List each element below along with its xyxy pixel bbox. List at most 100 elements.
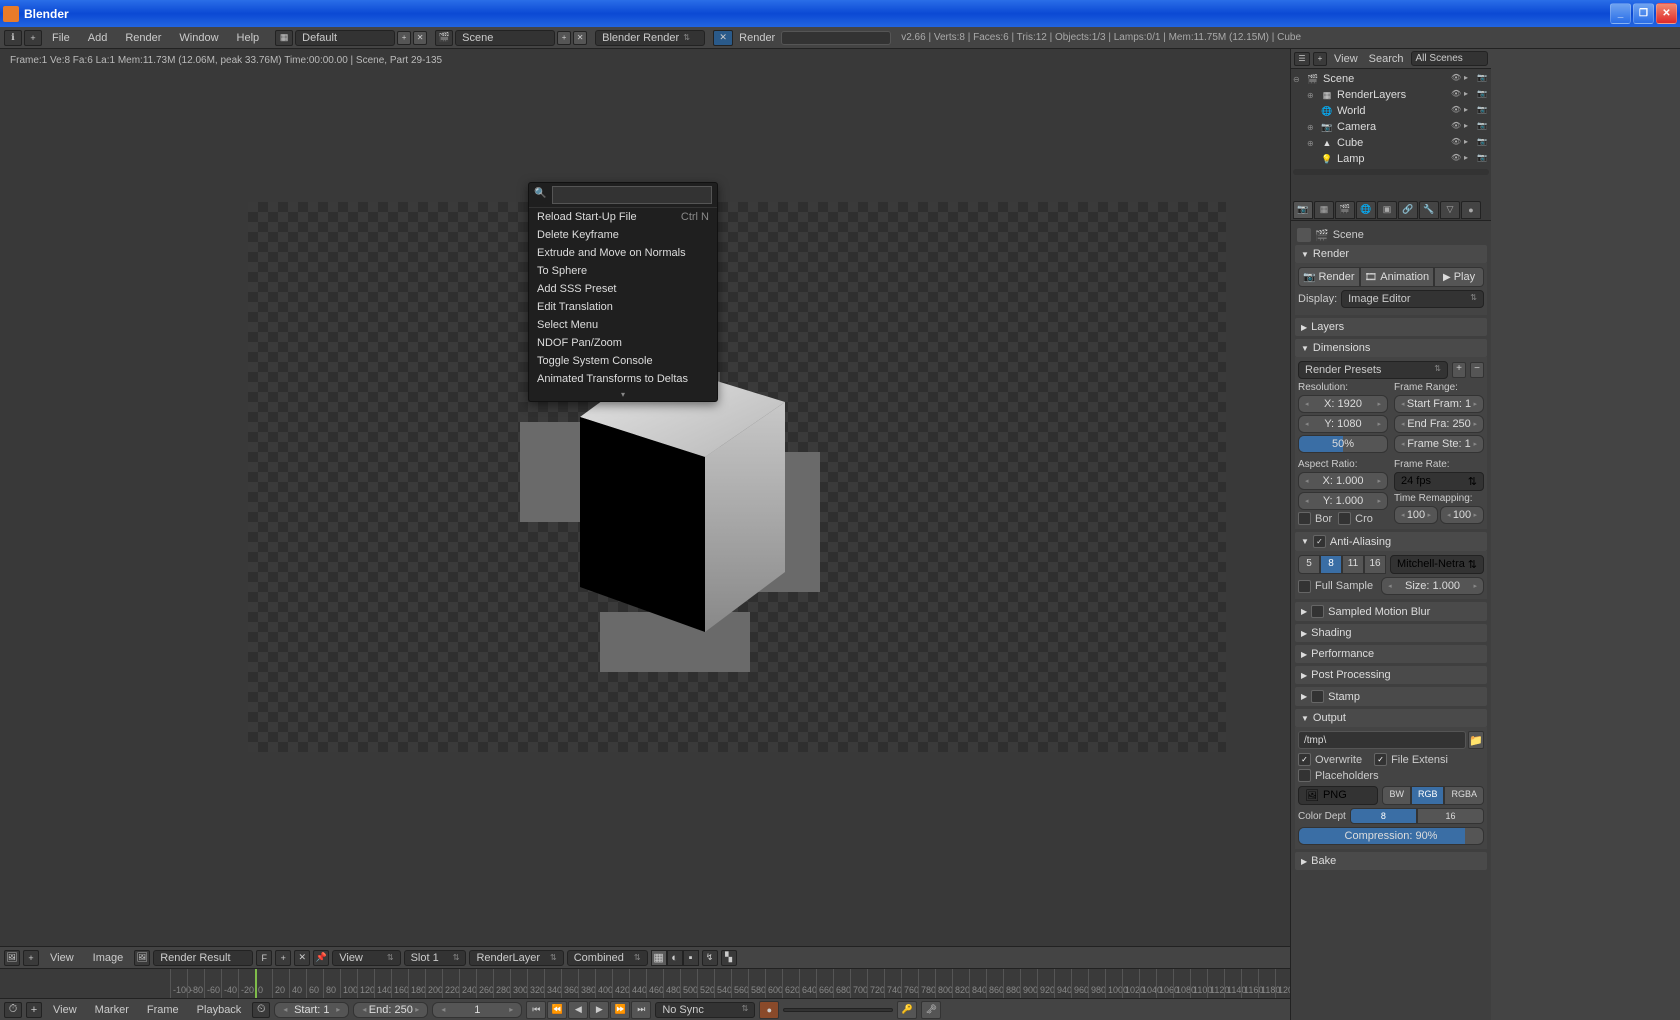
overwrite-check[interactable]: Overwrite: [1298, 753, 1362, 766]
channel-z[interactable]: ▪: [683, 950, 699, 966]
timeline-ruler[interactable]: -100-80-60-40-20020406080100120140160180…: [0, 968, 1290, 998]
editor-type-image-icon[interactable]: 🖼: [4, 950, 20, 966]
outliner-item[interactable]: ⊖🎬Scene👁▸📷: [1293, 71, 1489, 87]
panel-render-header[interactable]: ▼Render: [1295, 245, 1487, 263]
frame-start-field[interactable]: ◂Start: 1▸: [274, 1002, 349, 1018]
panel-aa-header[interactable]: ▼✓Anti-Aliasing: [1295, 532, 1487, 551]
image-viewport[interactable]: 🔍 Reload Start-Up FileCtrl NDelete Keyfr…: [0, 72, 1290, 946]
frame-end-field[interactable]: ◂End Fra: 250▸: [1394, 415, 1484, 433]
img-menu-view[interactable]: View: [42, 950, 82, 966]
tab-render-layers[interactable]: ▦: [1314, 201, 1334, 219]
jump-prev-key-button[interactable]: ⏪: [547, 1001, 567, 1019]
aa-sample-11[interactable]: 11: [1342, 555, 1364, 574]
outliner-search-menu[interactable]: Search: [1365, 53, 1408, 65]
color-mode-bw[interactable]: BW: [1382, 786, 1411, 805]
aspect-y-field[interactable]: ◂Y: 1.000▸: [1298, 492, 1388, 510]
tab-modifiers[interactable]: 🔧: [1419, 201, 1439, 219]
tab-material[interactable]: ●: [1461, 201, 1481, 219]
search-result-item[interactable]: Reload Start-Up FileCtrl N: [529, 208, 717, 226]
placeholders-check[interactable]: Placeholders: [1298, 769, 1484, 782]
panel-perf-header[interactable]: ▶Performance: [1295, 645, 1487, 663]
pin-icon[interactable]: 📌: [313, 950, 329, 966]
tab-render[interactable]: 📷: [1293, 201, 1313, 219]
aa-sample-16[interactable]: 16: [1364, 555, 1386, 574]
panel-stamp-header[interactable]: ▶Stamp: [1295, 687, 1487, 706]
play-button[interactable]: ▶: [589, 1001, 609, 1019]
menu-window[interactable]: Window: [171, 30, 226, 46]
panel-shading-header[interactable]: ▶Shading: [1295, 624, 1487, 642]
editor-type-icon[interactable]: ℹ: [4, 30, 22, 46]
res-y-field[interactable]: ◂Y: 1080▸: [1298, 415, 1388, 433]
playhead[interactable]: [255, 969, 257, 998]
tab-object[interactable]: ▣: [1377, 201, 1397, 219]
image-select[interactable]: Render Result: [153, 950, 253, 966]
tab-world[interactable]: 🌐: [1356, 201, 1376, 219]
render-pass-select[interactable]: Combined⇅: [567, 950, 648, 966]
play-reverse-button[interactable]: ◀: [568, 1001, 588, 1019]
render-layer-select[interactable]: RenderLayer⇅: [469, 950, 563, 966]
jump-next-key-button[interactable]: ⏩: [610, 1001, 630, 1019]
menu-file[interactable]: File: [44, 30, 78, 46]
tab-scene[interactable]: 🎬: [1335, 201, 1355, 219]
menu-render[interactable]: Render: [117, 30, 169, 46]
channel-color[interactable]: ▦: [651, 950, 667, 966]
outliner-item[interactable]: 💡Lamp👁▸📷: [1293, 151, 1489, 167]
scene-select[interactable]: Scene: [455, 30, 555, 46]
search-result-item[interactable]: Edit Translation: [529, 298, 717, 316]
output-path-field[interactable]: [1298, 731, 1466, 749]
aa-filter-select[interactable]: Mitchell-Netra⇅: [1390, 555, 1484, 574]
scene-icon[interactable]: 🎬: [435, 30, 453, 46]
delete-key-button[interactable]: 🗝: [921, 1001, 941, 1019]
filter-size-field[interactable]: ◂Size: 1.000▸: [1381, 577, 1484, 595]
remap-old-field[interactable]: ◂100▸: [1394, 506, 1438, 524]
outliner-view-menu[interactable]: View: [1330, 53, 1362, 65]
full-sample-check[interactable]: Full Sample: [1298, 577, 1373, 595]
search-result-item[interactable]: Delete Keyframe: [529, 226, 717, 244]
maximize-button[interactable]: ❐: [1633, 3, 1654, 24]
scene-del[interactable]: ✕: [573, 31, 587, 45]
crop-check[interactable]: Cro: [1338, 512, 1373, 525]
preset-add[interactable]: +: [1452, 362, 1466, 378]
image-new[interactable]: +: [275, 950, 291, 966]
fake-user-button[interactable]: F: [256, 950, 272, 966]
editor-type-timeline-icon[interactable]: ⏱: [4, 1002, 22, 1018]
panel-output-header[interactable]: ▼Output: [1295, 709, 1487, 727]
image-browse-icon[interactable]: 🖼: [134, 950, 150, 966]
search-result-item[interactable]: To Sphere: [529, 262, 717, 280]
menu-help[interactable]: Help: [229, 30, 268, 46]
outliner-scrollbar[interactable]: [1293, 169, 1489, 175]
render-preset-select[interactable]: Render Presets⇅: [1298, 361, 1448, 379]
remap-new-field[interactable]: ◂100▸: [1440, 506, 1484, 524]
insert-key-button[interactable]: 🔑: [897, 1001, 917, 1019]
tl-menu-marker[interactable]: Marker: [88, 1002, 136, 1018]
slot-select[interactable]: Slot 1⇅: [404, 950, 467, 966]
aa-sample-8[interactable]: 8: [1320, 555, 1342, 574]
panel-dimensions-header[interactable]: ▼Dimensions: [1295, 339, 1487, 357]
jump-last-button[interactable]: ⏭: [631, 1001, 651, 1019]
border-check[interactable]: Bor: [1298, 512, 1332, 525]
play-button[interactable]: ▶ Play: [1434, 267, 1484, 287]
keying-set-select[interactable]: [783, 1008, 893, 1012]
close-button[interactable]: ✕: [1656, 3, 1677, 24]
editor-type-outliner-icon[interactable]: ☰: [1294, 52, 1310, 66]
menu-add[interactable]: Add: [80, 30, 116, 46]
tl-menu-frame[interactable]: Frame: [140, 1002, 186, 1018]
search-result-item[interactable]: Add SSS Preset: [529, 280, 717, 298]
preset-del[interactable]: −: [1470, 362, 1484, 378]
res-x-field[interactable]: ◂X: 1920▸: [1298, 395, 1388, 413]
tl-menu-playback[interactable]: Playback: [190, 1002, 249, 1018]
sync-mode-select[interactable]: No Sync⇅: [655, 1002, 755, 1018]
fps-select[interactable]: 24 fps⇅: [1394, 472, 1484, 491]
render-engine-select[interactable]: Blender Render⇅: [595, 30, 705, 46]
res-percent-slider[interactable]: 50%: [1298, 435, 1388, 453]
panel-motion-header[interactable]: ▶Sampled Motion Blur: [1295, 602, 1487, 621]
frame-current-field[interactable]: ◂1▸: [432, 1002, 522, 1018]
search-result-item[interactable]: NDOF Pan/Zoom: [529, 334, 717, 352]
jump-first-button[interactable]: ⏮: [526, 1001, 546, 1019]
search-result-item[interactable]: Select Menu: [529, 316, 717, 334]
header-menu-toggle[interactable]: +: [24, 30, 42, 46]
aspect-x-field[interactable]: ◂X: 1.000▸: [1298, 472, 1388, 490]
outliner-item[interactable]: ⊕▲Cube👁▸📷: [1293, 135, 1489, 151]
outliner-item[interactable]: ⊕📷Camera👁▸📷: [1293, 119, 1489, 135]
file-ext-check[interactable]: File Extensi: [1374, 753, 1448, 766]
